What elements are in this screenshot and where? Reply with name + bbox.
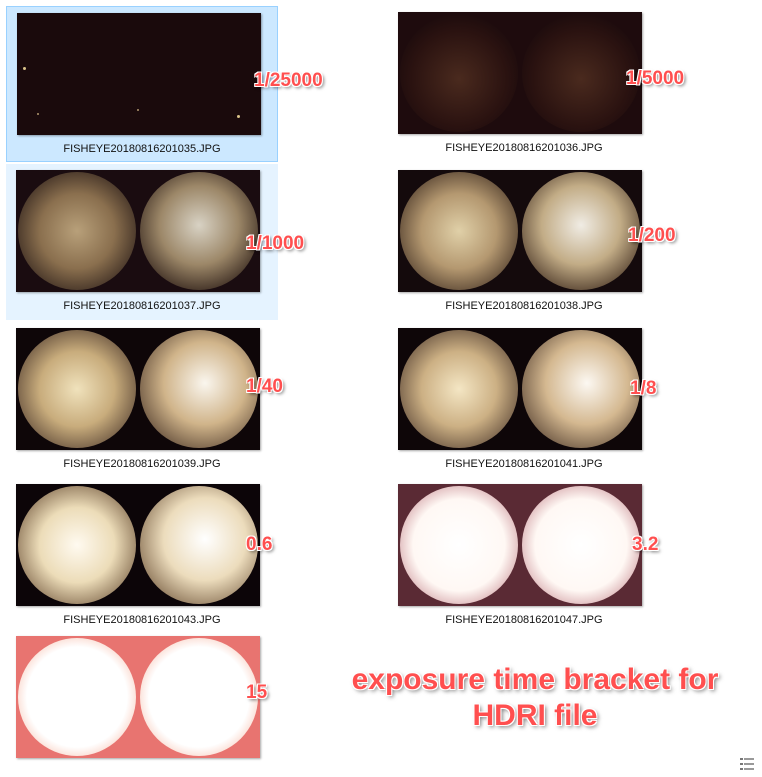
file-name: FISHEYE20180816201043.JPG: [63, 614, 221, 626]
fisheye-thumbnail: [16, 170, 260, 292]
details-view-icon[interactable]: [740, 758, 754, 770]
file-tile[interactable]: FISHEYE20180816201037.JPG: [6, 164, 278, 320]
fisheye-thumbnail: [16, 636, 260, 758]
annotation-caption: exposure time bracket for HDRI file: [340, 662, 730, 734]
file-tile[interactable]: FISHEYE20180816201038.JPG: [388, 164, 660, 320]
exposure-label: 1/5000: [626, 68, 685, 89]
exposure-label: 1/40: [246, 376, 283, 397]
file-name: FISHEYE20180816201037.JPG: [63, 300, 221, 312]
file-name: FISHEYE20180816201036.JPG: [445, 142, 603, 154]
fisheye-thumbnail: [16, 484, 260, 606]
exposure-label: 3.2: [632, 534, 659, 555]
fisheye-thumbnail: [16, 328, 260, 450]
exposure-label: 15: [246, 682, 268, 703]
exposure-label: 1/1000: [246, 233, 305, 254]
file-tile[interactable]: FISHEYE20180816201036.JPG: [388, 6, 660, 162]
file-name: FISHEYE20180816201047.JPG: [445, 614, 603, 626]
file-tile[interactable]: FISHEYE20180816201047.JPG: [388, 478, 660, 634]
fisheye-thumbnail: [398, 484, 642, 606]
caption-line: HDRI file: [472, 699, 598, 732]
caption-line: exposure time bracket for: [351, 663, 719, 696]
file-tile[interactable]: FISHEYE20180816201043.JPG: [6, 478, 278, 634]
exposure-label: 1/200: [628, 225, 676, 246]
file-tile[interactable]: FISHEYE20180816201041.JPG: [388, 322, 660, 478]
exposure-label: 0.6: [246, 534, 273, 555]
exposure-label: 1/8: [630, 378, 657, 399]
exposure-label: 1/25000: [254, 70, 323, 91]
fisheye-thumbnail: [398, 12, 642, 134]
file-tile[interactable]: [6, 634, 278, 760]
fisheye-thumbnail: [398, 170, 642, 292]
file-name: FISHEYE20180816201035.JPG: [63, 143, 221, 155]
file-name: FISHEYE20180816201041.JPG: [445, 458, 603, 470]
file-name: FISHEYE20180816201039.JPG: [63, 458, 221, 470]
file-tile[interactable]: FISHEYE20180816201035.JPG: [6, 6, 278, 162]
fisheye-thumbnail: [398, 328, 642, 450]
file-name: FISHEYE20180816201038.JPG: [445, 300, 603, 312]
fisheye-thumbnail: [17, 13, 261, 135]
file-tile[interactable]: FISHEYE20180816201039.JPG: [6, 322, 278, 478]
